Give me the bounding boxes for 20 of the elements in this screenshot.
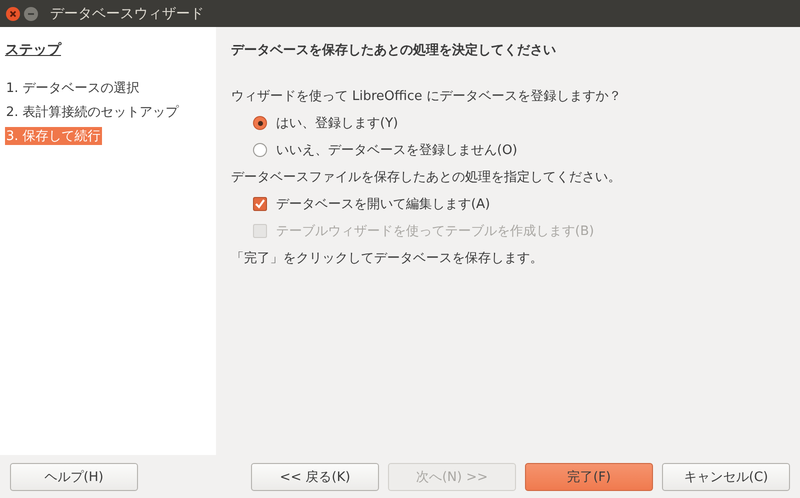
help-button[interactable]: ヘルプ(H) bbox=[10, 462, 138, 490]
radio-label[interactable]: いいえ、データベースを登録しません(O) bbox=[276, 141, 518, 159]
steps-heading: ステップ bbox=[5, 41, 61, 59]
window-title: データベースウィザード bbox=[50, 4, 204, 22]
checkbox[interactable] bbox=[253, 197, 267, 211]
back-button[interactable]: << 戻る(K) bbox=[251, 462, 379, 490]
finish-button[interactable]: 完了(F) bbox=[525, 462, 653, 490]
close-icon[interactable] bbox=[6, 6, 20, 20]
page-heading: データベースを保存したあとの処理を決定してください bbox=[231, 42, 557, 59]
step-item[interactable]: 2. 表計算接続のセットアップ bbox=[5, 103, 180, 121]
radio-label[interactable]: はい、登録します(Y) bbox=[276, 114, 398, 132]
step-item[interactable]: 1. データベースの選択 bbox=[5, 79, 141, 97]
radio-button[interactable] bbox=[253, 143, 267, 157]
radio-button[interactable] bbox=[253, 116, 267, 130]
instruction-text: データベースファイルを保存したあとの処理を指定してください。 bbox=[231, 169, 622, 186]
checkbox-label[interactable]: データベースを開いて編集します(A) bbox=[276, 195, 490, 213]
note-text: 「完了」をクリックしてデータベースを保存します。 bbox=[231, 250, 544, 267]
minimize-icon[interactable] bbox=[24, 6, 38, 20]
cancel-button[interactable]: キャンセル(C) bbox=[662, 462, 790, 490]
question-text: ウィザードを使って LibreOffice にデータベースを登録しますか？ bbox=[231, 88, 622, 105]
